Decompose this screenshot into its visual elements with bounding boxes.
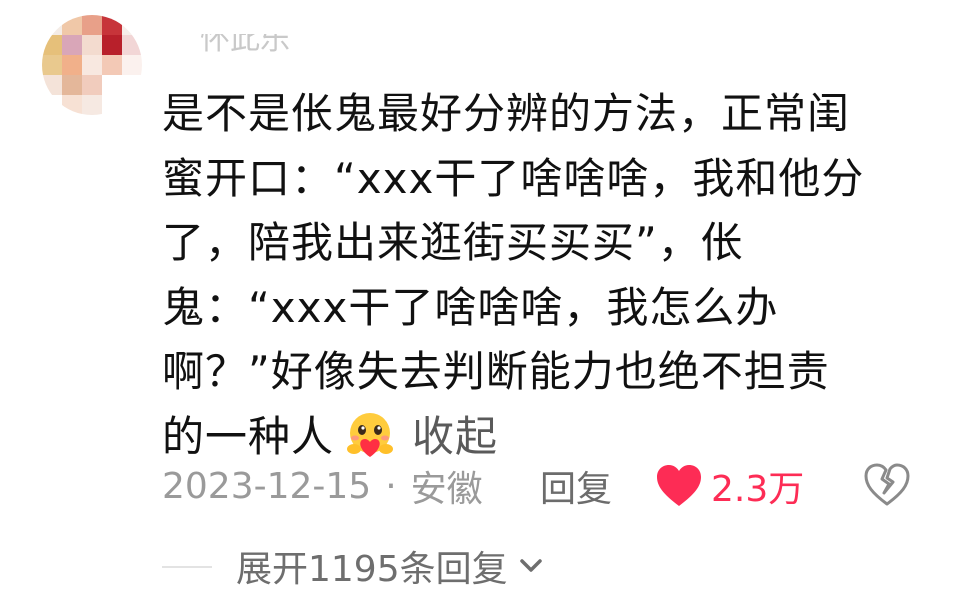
comment-line: 啊？”好像失去判断能力也绝不担责 [162, 347, 830, 396]
comment-line: 蜜开口：“xxx干了啥啥啥，我和他分 [162, 153, 865, 203]
comment-line: 了，陪我出来逛街买买买”，伥 [162, 218, 744, 267]
hug-heart-emoji-icon [347, 412, 394, 457]
comment-text: 是不是伥鬼最好分辨的方法，正常闺 蜜开口：“xxx干了啥啥啥，我和他分 了，陪我… [162, 82, 902, 469]
chevron-down-icon [519, 559, 542, 572]
like-count: 2.3万 [711, 469, 805, 510]
thread-divider [162, 566, 212, 568]
expand-replies-button[interactable]: 展开1195条回复 [236, 540, 548, 592]
meta-separator: · [385, 465, 397, 507]
expand-replies-label: 展开1195条回复 [236, 549, 508, 590]
comment-line: 是不是伥鬼最好分辨的方法，正常闺 [162, 89, 851, 138]
broken-heart-icon[interactable] [862, 460, 912, 510]
comment-meta: 2023-12-15 · 安徽 [162, 458, 483, 514]
reply-button[interactable]: 回复 [540, 458, 612, 514]
collapse-link[interactable]: 收起 [412, 412, 498, 461]
like-button[interactable]: 2.3万 [655, 458, 804, 514]
heart-filled-icon [657, 465, 701, 506]
avatar[interactable] [42, 15, 142, 115]
comment-date: 2023-12-15 [162, 465, 372, 507]
comment-line: 的一种人 [162, 411, 335, 461]
comment-location: 安徽 [410, 469, 483, 510]
username[interactable]: 怀此乐 [200, 34, 290, 60]
comment-line: 鬼：“xxx干了啥啥啥，我怎么办 [162, 282, 779, 332]
